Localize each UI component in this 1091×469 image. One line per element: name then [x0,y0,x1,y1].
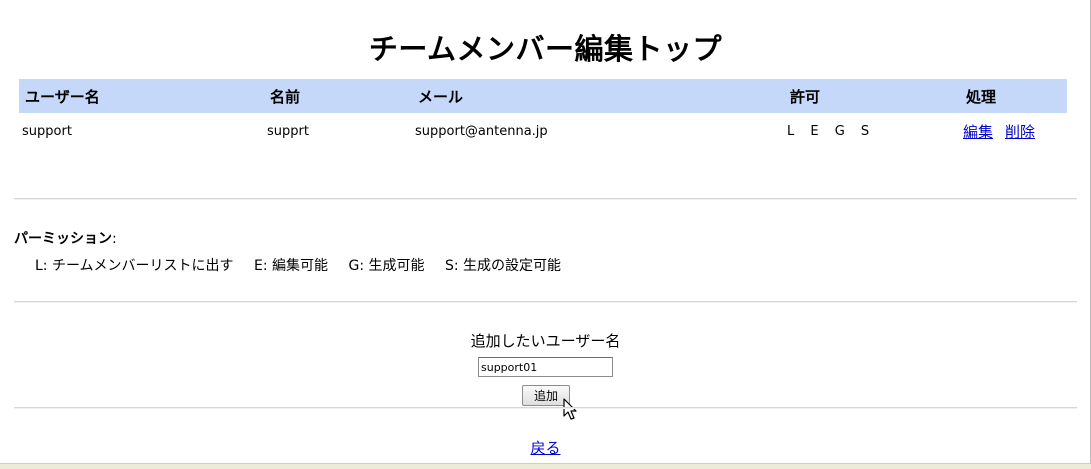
divider [14,407,1077,409]
page-title: チームメンバー編集トップ [368,32,723,66]
header-permission: 許可 [784,79,960,113]
cell-name: supprt [267,123,309,139]
permission-legend-item: G: 生成可能 [348,258,425,274]
permission-legend-item: L: チームメンバーリストに出す [35,258,234,274]
add-username-label: 追加したいユーザー名 [470,332,621,350]
back-link[interactable]: 戻る [530,439,560,457]
header-action: 処理 [960,79,1067,113]
delete-link[interactable]: 削除 [1005,123,1035,141]
permission-heading: パーミッション: [14,228,117,248]
back-link-container: 戻る [0,437,1091,458]
permission-legend: L: チームメンバーリストに出す E: 編集可能 G: 生成可能 S: 生成の設… [35,255,577,275]
permission-heading-colon: : [112,231,117,247]
window-border-bottom [0,463,1091,469]
add-username-input[interactable] [478,357,613,377]
permission-heading-text: パーミッション [14,231,112,247]
table-row: support supprt support@antenna.jp L E G … [19,113,1067,149]
member-table: ユーザー名 名前 メール 許可 処理 support supprt suppor… [19,79,1067,149]
cell-actions: 編集 削除 [960,113,1067,149]
header-username: ユーザー名 [19,79,264,113]
divider [14,301,1077,303]
cell-mail: support@antenna.jp [415,123,548,139]
header-mail: メール [412,79,784,113]
permission-legend-item: S: 生成の設定可能 [444,258,561,274]
table-header-row: ユーザー名 名前 メール 許可 処理 [19,79,1067,113]
mouse-pointer-icon [563,398,577,420]
cell-username: support [22,123,72,139]
divider [14,198,1077,200]
header-name: 名前 [264,79,412,113]
edit-link[interactable]: 編集 [963,123,993,141]
permission-legend-item: E: 編集可能 [254,258,329,274]
cell-permission: L E G S [787,123,876,139]
